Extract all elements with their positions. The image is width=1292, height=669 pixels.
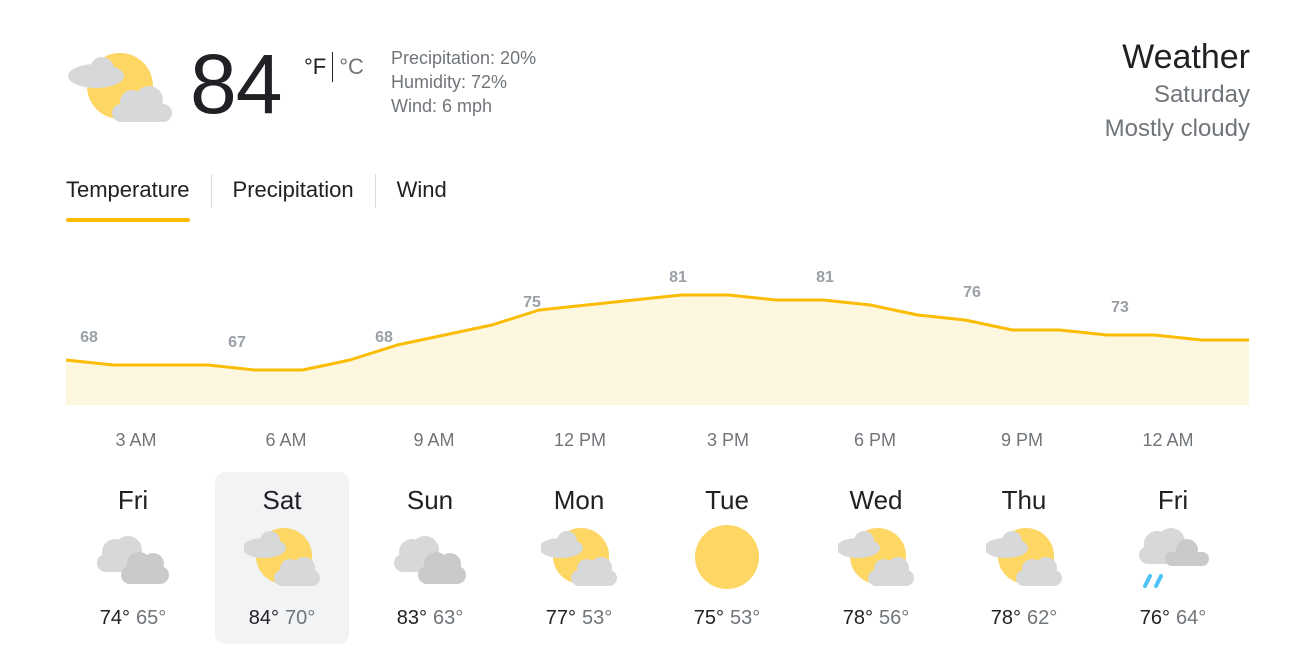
cloudy-icon <box>95 524 171 590</box>
time-label: 6 PM <box>853 430 896 450</box>
time-label: 9 PM <box>1000 430 1043 450</box>
rain-icon <box>1135 524 1211 590</box>
precipitation-text: Precipitation: 20% <box>391 48 537 68</box>
time-label: 12 AM <box>1142 430 1194 450</box>
low-temp: 65° <box>136 607 167 629</box>
low-temp: 62° <box>1027 607 1058 629</box>
partly-cloudy-icon <box>539 524 617 590</box>
day-temps: 78° 62° <box>957 605 1091 631</box>
current-details: Precipitation: 20% Humidity: 72% Wind: 6… <box>391 46 536 118</box>
day-temps: 83° 63° <box>363 605 497 631</box>
cloudy-icon <box>392 524 468 590</box>
high-temp: 78° <box>990 607 1021 629</box>
sunny-icon <box>689 524 765 590</box>
time-label: 9 AM <box>413 430 455 450</box>
weather-condition: Mostly cloudy <box>1104 115 1250 142</box>
forecast-day-sun[interactable]: Sun 83° 63° <box>363 472 497 644</box>
day-temps: 74° 65° <box>66 605 200 631</box>
time-label: 12 PM <box>553 430 607 450</box>
temperature-value-label: 73 <box>1111 299 1129 316</box>
tab-divider <box>374 174 376 208</box>
forecast-day-tue[interactable]: Tue 75° 53° <box>660 472 794 644</box>
time-label: 3 PM <box>706 430 749 450</box>
tab-temperature[interactable]: Temperature <box>66 174 190 222</box>
partly-cloudy-icon <box>836 524 914 590</box>
time-label: 6 AM <box>265 430 307 450</box>
humidity-text: Humidity: 72% <box>391 72 508 92</box>
tab-wind[interactable]: Wind <box>397 174 447 222</box>
day-name: Tue <box>705 485 749 515</box>
low-temp: 53° <box>730 607 761 629</box>
day-name: Fri <box>117 485 149 515</box>
temperature-chart: 68 67 68 75 81 81 76 73 <box>65 269 1249 405</box>
tab-divider <box>210 174 212 208</box>
high-temp: 75° <box>693 607 724 629</box>
day-name: Fri <box>1157 485 1189 515</box>
partly-cloudy-icon <box>984 524 1062 590</box>
forecast-day-thu[interactable]: Thu 78° 62° <box>957 472 1091 644</box>
current-temperature: 84 <box>190 37 282 131</box>
low-temp: 63° <box>433 607 464 629</box>
high-temp: 83° <box>396 607 427 629</box>
low-temp: 70° <box>285 607 316 629</box>
unit-divider <box>332 52 334 82</box>
high-temp: 77° <box>545 607 576 629</box>
low-temp: 53° <box>582 607 613 629</box>
time-label: 3 AM <box>115 430 157 450</box>
day-name: Sun <box>406 485 454 515</box>
temperature-value-label: 76 <box>963 284 981 301</box>
unit-switch: °F °C <box>304 52 364 82</box>
day-name: Wed <box>849 485 903 515</box>
chart-tabs: Temperature Precipitation Wind <box>66 174 447 222</box>
fahrenheit-toggle[interactable]: °F <box>304 53 326 81</box>
high-temp: 78° <box>842 607 873 629</box>
forecast-day-fri[interactable]: Fri 74° 65° <box>66 472 200 644</box>
partly-cloudy-icon <box>242 524 320 590</box>
temperature-value-label: 81 <box>816 269 834 286</box>
day-temps: 77° 53° <box>512 605 646 631</box>
day-temps: 76° 64° <box>1106 605 1240 631</box>
forecast-day-wed[interactable]: Wed 78° 56° <box>809 472 943 644</box>
temperature-value-label: 68 <box>80 329 98 346</box>
forecast-day-mon[interactable]: Mon 77° 53° <box>512 472 646 644</box>
tab-precipitation[interactable]: Precipitation <box>233 174 354 222</box>
day-name: Mon <box>553 485 605 515</box>
high-temp: 74° <box>99 607 130 629</box>
weather-header: Weather Saturday Mostly cloudy <box>1105 36 1250 146</box>
temperature-value-label: 75 <box>523 294 541 311</box>
temperature-value-label: 68 <box>375 329 393 346</box>
current-weather-icon <box>66 50 172 124</box>
weather-title: Weather <box>1122 38 1250 76</box>
celsius-toggle[interactable]: °C <box>339 53 364 81</box>
day-name: Sat <box>262 485 302 515</box>
forecast-day-fri[interactable]: Fri 76° 64° <box>1106 472 1240 644</box>
temperature-value-label: 81 <box>669 269 687 286</box>
high-temp: 76° <box>1139 607 1170 629</box>
day-name: Thu <box>1001 485 1047 515</box>
forecast-day-sat[interactable]: Sat 84° 70° <box>215 472 349 644</box>
wind-text: Wind: 6 mph <box>391 96 493 116</box>
day-temps: 75° 53° <box>660 605 794 631</box>
high-temp: 84° <box>248 607 279 629</box>
weather-day: Saturday <box>1153 81 1250 108</box>
day-temps: 84° 70° <box>215 605 349 631</box>
temperature-value-label: 67 <box>228 334 246 351</box>
day-temps: 78° 56° <box>809 605 943 631</box>
low-temp: 56° <box>879 607 910 629</box>
low-temp: 64° <box>1176 607 1207 629</box>
